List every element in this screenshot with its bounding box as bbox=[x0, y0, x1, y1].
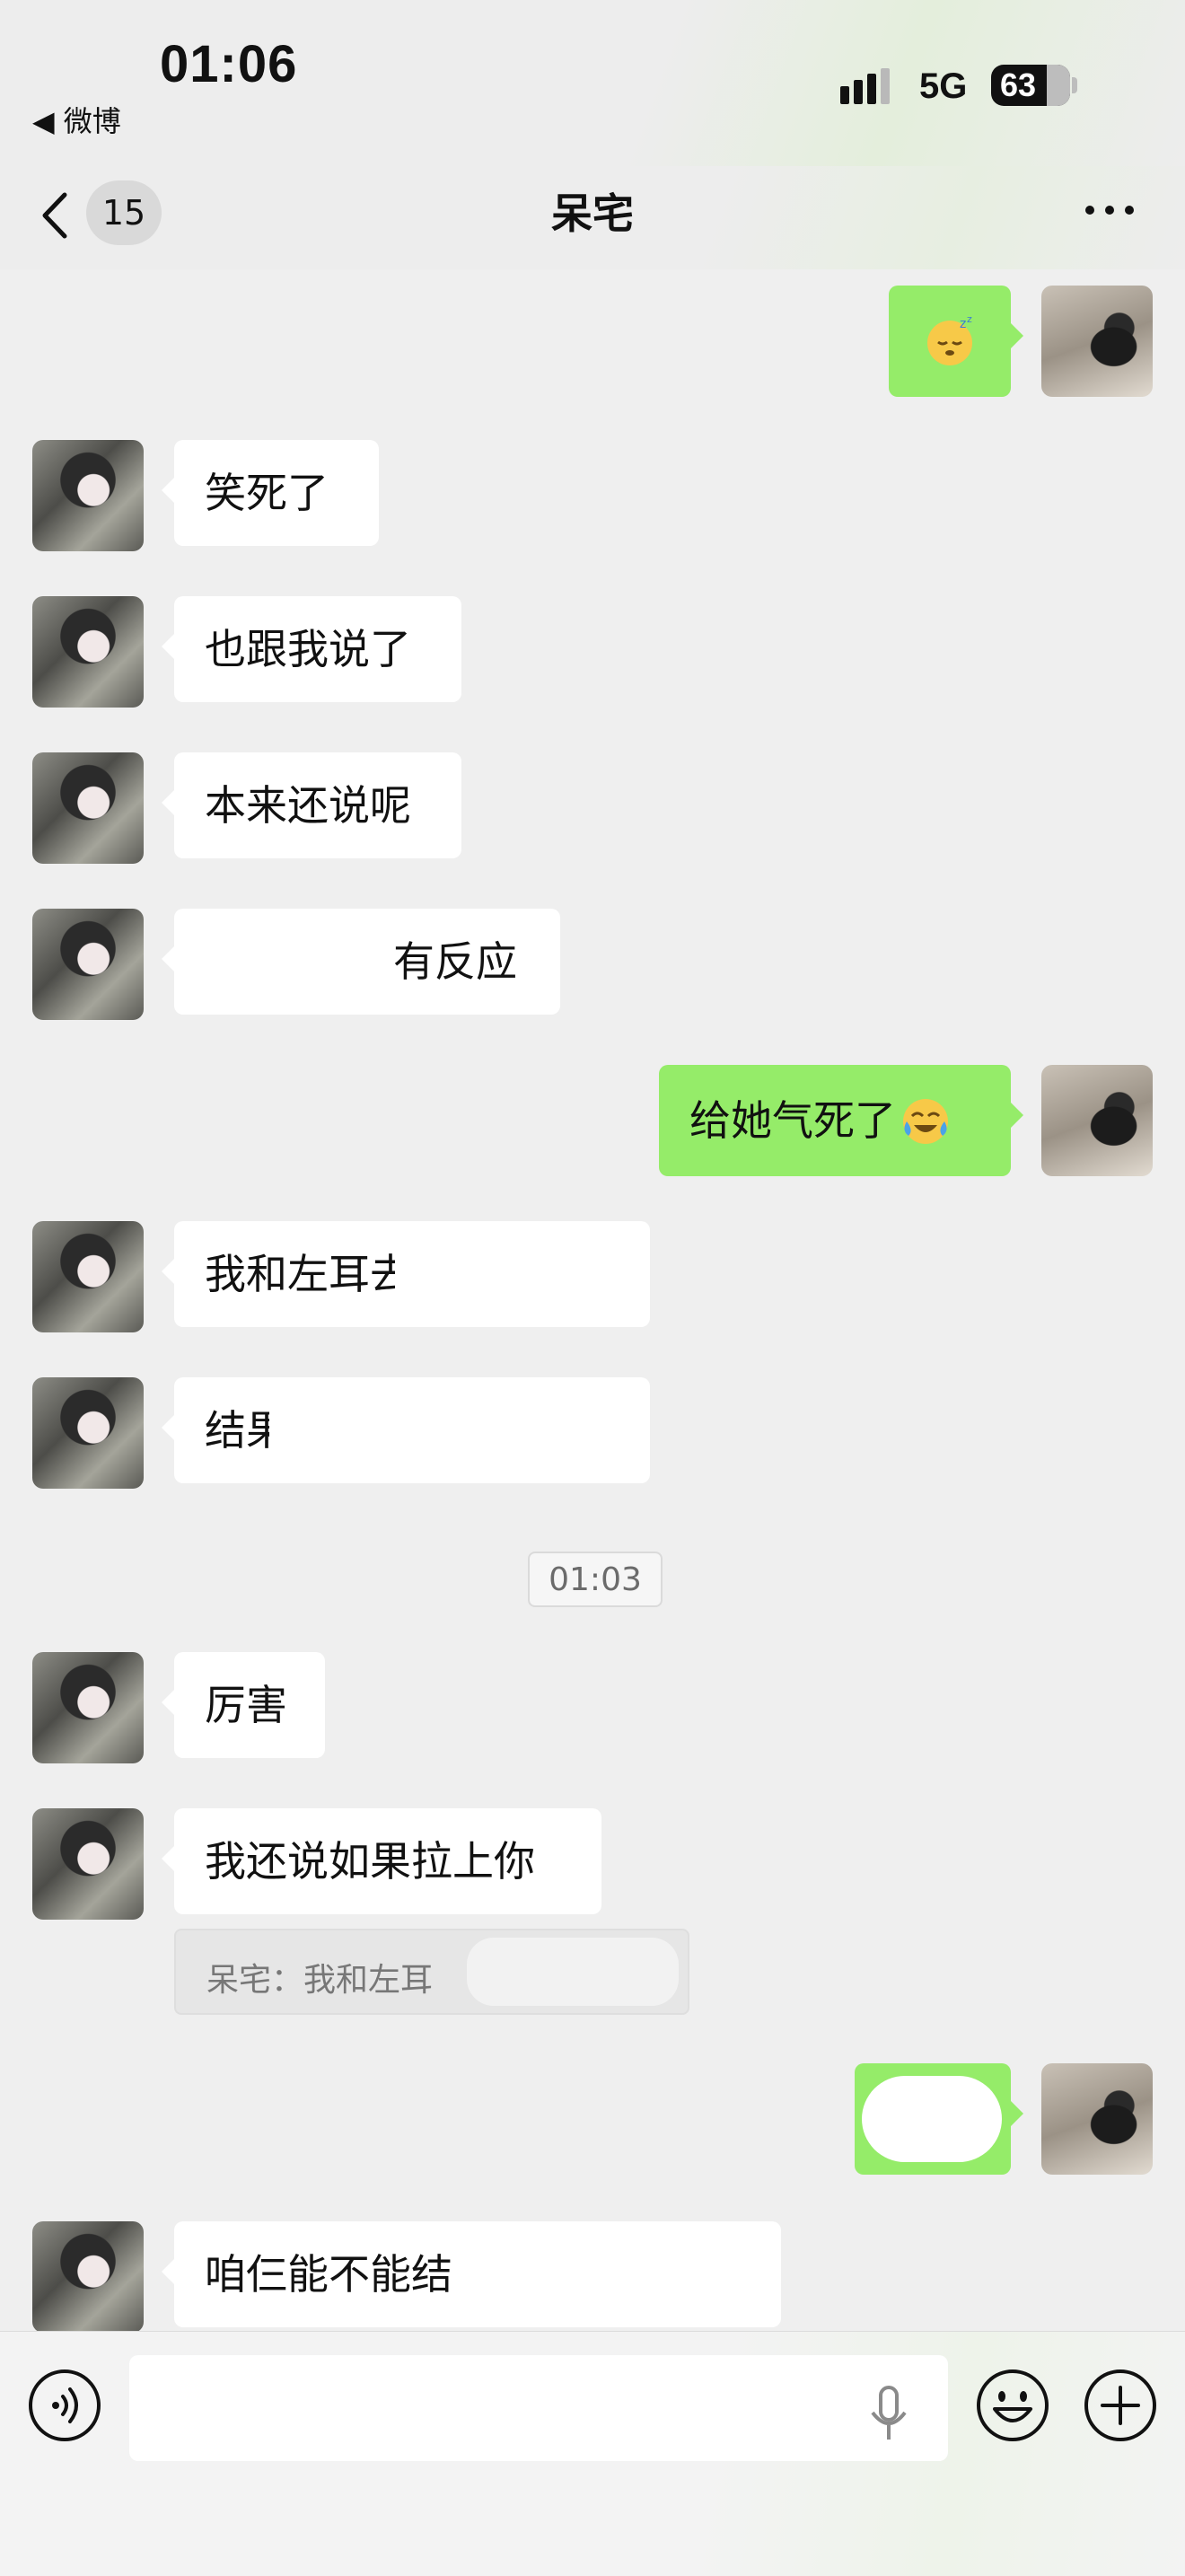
contact-avatar[interactable] bbox=[32, 1221, 144, 1332]
input-bar bbox=[0, 2331, 1185, 2576]
status-time: 01:06 bbox=[160, 35, 298, 93]
message-bubble-incoming[interactable]: 也跟我说了 bbox=[162, 596, 461, 702]
more-options-icon[interactable] bbox=[1083, 201, 1137, 219]
my-avatar[interactable] bbox=[1041, 1065, 1153, 1176]
status-bar: 01:06 ◀ 微博 5G 63 bbox=[0, 0, 1185, 166]
message-bubble-outgoing[interactable]: z z bbox=[889, 286, 1023, 397]
more-functions-plus-icon[interactable] bbox=[1081, 2366, 1160, 2445]
microphone-icon[interactable] bbox=[862, 2384, 916, 2447]
message-bubble-incoming[interactable]: 我还说如果拉上你 bbox=[162, 1808, 601, 1914]
my-avatar[interactable] bbox=[1041, 2063, 1153, 2175]
contact-avatar[interactable] bbox=[32, 596, 144, 708]
voice-input-icon[interactable] bbox=[27, 2368, 102, 2443]
redaction-overlay bbox=[269, 1386, 643, 1474]
message-list[interactable]: z z 笑死了 也跟我说了 本来还说呢 有反应 给她气死了 我和左耳去 结果 0… bbox=[0, 269, 1185, 2331]
battery-icon: 63 bbox=[991, 65, 1070, 106]
message-input[interactable] bbox=[129, 2355, 948, 2461]
crying-laughing-emoji-icon bbox=[903, 1099, 948, 1144]
message-bubble-incoming[interactable]: 厉害 bbox=[162, 1652, 325, 1758]
message-bubble-incoming[interactable]: 本来还说呢 bbox=[162, 752, 461, 858]
contact-avatar[interactable] bbox=[32, 1808, 144, 1920]
message-timestamp: 01:03 bbox=[528, 1552, 663, 1607]
network-type: 5G bbox=[919, 66, 968, 106]
message-text: 给她气死了 bbox=[689, 1096, 896, 1145]
contact-avatar[interactable] bbox=[32, 440, 144, 551]
chat-header: 15 呆宅 bbox=[0, 166, 1185, 270]
emoji-picker-icon[interactable] bbox=[973, 2366, 1052, 2445]
sleeping-face-emoji-icon: z z bbox=[927, 315, 972, 365]
redaction-overlay bbox=[467, 1938, 679, 2006]
chat-title: 呆宅 bbox=[551, 189, 634, 238]
contact-avatar[interactable] bbox=[32, 1377, 144, 1489]
contact-avatar[interactable] bbox=[32, 909, 144, 1020]
contact-avatar[interactable] bbox=[32, 752, 144, 864]
svg-text:z: z bbox=[960, 317, 966, 331]
my-avatar[interactable] bbox=[1041, 286, 1153, 397]
message-bubble-incoming[interactable]: 有反应 bbox=[162, 909, 560, 1015]
svg-text:z: z bbox=[967, 315, 972, 325]
back-to-app-link[interactable]: ◀ 微博 bbox=[32, 99, 121, 140]
redaction-overlay bbox=[395, 1230, 643, 1318]
redaction-overlay bbox=[862, 2076, 1002, 2162]
message-bubble-incoming[interactable]: 笑死了 bbox=[162, 440, 379, 546]
contact-avatar[interactable] bbox=[32, 1652, 144, 1763]
signal-icon bbox=[840, 68, 890, 104]
contact-avatar[interactable] bbox=[32, 2221, 144, 2331]
message-bubble-outgoing[interactable]: 给她气死了 bbox=[659, 1065, 1023, 1176]
battery-level: 63 bbox=[1000, 66, 1037, 103]
redaction-overlay bbox=[476, 2230, 772, 2318]
battery-cap bbox=[1072, 77, 1077, 93]
